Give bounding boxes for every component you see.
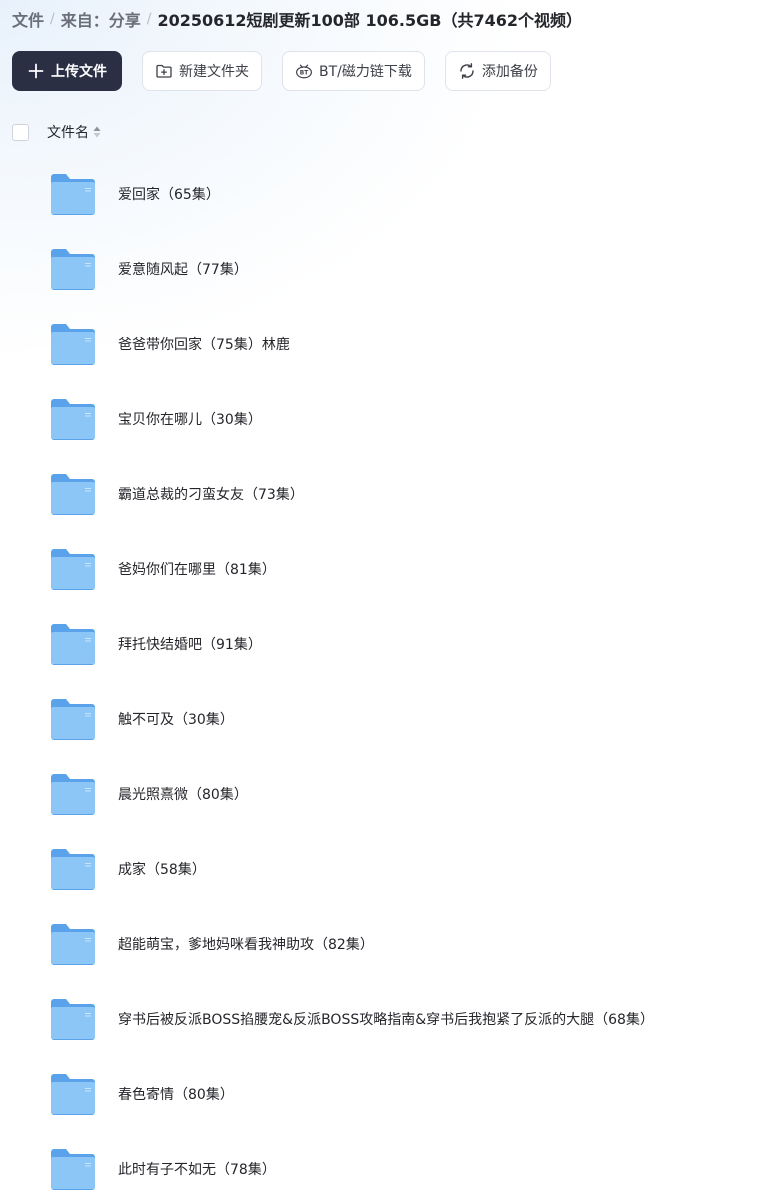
folder-icon	[50, 398, 96, 440]
breadcrumb-root[interactable]: 文件	[12, 7, 44, 31]
file-row[interactable]: 晨光照熹微（80集）	[0, 756, 762, 831]
file-row[interactable]: 超能萌宝，爹地妈咪看我神助攻（82集）	[0, 906, 762, 981]
file-row[interactable]: 拜托快结婚吧（91集）	[0, 606, 762, 681]
file-row[interactable]: 宝贝你在哪儿（30集）	[0, 381, 762, 456]
plus-icon	[27, 62, 45, 80]
file-name[interactable]: 拜托快结婚吧（91集）	[118, 634, 262, 654]
file-row[interactable]: 穿书后被反派BOSS掐腰宠&反派BOSS攻略指南&穿书后我抱紧了反派的大腿（68…	[0, 981, 762, 1056]
file-name[interactable]: 触不可及（30集）	[118, 709, 234, 729]
file-list: 爱回家（65集） 爱意随风起（77集） 爸爸带你回家（75集）林鹿 宝贝你在哪儿（30…	[0, 156, 762, 1203]
file-row[interactable]: 爸爸带你回家（75集）林鹿	[0, 306, 762, 381]
file-row[interactable]: 霸道总裁的刁蛮女友（73集）	[0, 456, 762, 531]
file-name[interactable]: 爸爸带你回家（75集）林鹿	[118, 334, 290, 354]
file-name[interactable]: 爱意随风起（77集）	[118, 259, 248, 279]
file-name[interactable]: 霸道总裁的刁蛮女友（73集）	[118, 484, 304, 504]
breadcrumb-separator: /	[146, 11, 152, 27]
name-column-label: 文件名	[47, 125, 89, 141]
file-row[interactable]: 春色寄情（80集）	[0, 1056, 762, 1131]
file-name[interactable]: 爸妈你们在哪里（81集）	[118, 559, 276, 579]
sync-icon	[458, 62, 476, 80]
folder-icon	[50, 773, 96, 815]
file-name[interactable]: 爱回家（65集）	[118, 184, 220, 204]
folder-icon	[50, 848, 96, 890]
folder-icon	[50, 998, 96, 1040]
bt-download-button-label: BT/磁力链下载	[319, 64, 412, 80]
breadcrumb-current: 20250612短剧更新100部 106.5GB（共7462个视频）	[157, 11, 582, 30]
file-row[interactable]: 爸妈你们在哪里（81集）	[0, 531, 762, 606]
file-name[interactable]: 晨光照熹微（80集）	[118, 784, 248, 804]
file-row[interactable]: 成家（58集）	[0, 831, 762, 906]
sort-icon[interactable]	[93, 126, 101, 138]
select-all-checkbox[interactable]	[12, 123, 29, 141]
file-name[interactable]: 宝贝你在哪儿（30集）	[118, 409, 262, 429]
file-row[interactable]: 此时有子不如无（78集）	[0, 1131, 762, 1203]
new-folder-button[interactable]: 新建文件夹	[142, 51, 262, 91]
toolbar: 上传文件 新建文件夹 BT BT/磁力链下载 添加备份	[12, 51, 551, 91]
file-row[interactable]: 触不可及（30集）	[0, 681, 762, 756]
folder-icon	[50, 248, 96, 290]
bt-icon: BT	[295, 62, 313, 80]
folder-icon	[50, 1148, 96, 1190]
folder-icon	[50, 698, 96, 740]
list-header: 文件名	[12, 121, 101, 143]
folder-plus-icon	[155, 62, 173, 80]
folder-icon	[50, 623, 96, 665]
file-row[interactable]: 爱意随风起（77集）	[0, 231, 762, 306]
new-folder-button-label: 新建文件夹	[179, 64, 249, 80]
folder-icon	[50, 173, 96, 215]
folder-icon	[50, 323, 96, 365]
svg-text:BT: BT	[300, 71, 308, 77]
breadcrumb-separator: /	[50, 11, 55, 27]
breadcrumb: 文件 / 来自：分享 / 20250612短剧更新100部 106.5GB（共7…	[12, 7, 582, 31]
upload-button[interactable]: 上传文件	[12, 51, 122, 91]
upload-button-label: 上传文件	[51, 64, 107, 80]
file-name[interactable]: 春色寄情（80集）	[118, 1084, 234, 1104]
bt-download-button[interactable]: BT BT/磁力链下载	[282, 51, 425, 91]
name-column-header[interactable]: 文件名	[47, 122, 101, 142]
file-name[interactable]: 穿书后被反派BOSS掐腰宠&反派BOSS攻略指南&穿书后我抱紧了反派的大腿（68…	[118, 1009, 654, 1029]
file-name[interactable]: 成家（58集）	[118, 859, 206, 879]
folder-icon	[50, 923, 96, 965]
add-backup-button-label: 添加备份	[481, 64, 538, 80]
breadcrumb-parent[interactable]: 来自：分享	[61, 7, 141, 31]
file-name[interactable]: 超能萌宝，爹地妈咪看我神助攻（82集）	[118, 934, 374, 954]
file-row[interactable]: 爱回家（65集）	[0, 156, 762, 231]
folder-icon	[50, 473, 96, 515]
folder-icon	[50, 548, 96, 590]
file-name[interactable]: 此时有子不如无（78集）	[118, 1159, 276, 1179]
add-backup-button[interactable]: 添加备份	[444, 51, 551, 91]
folder-icon	[50, 1073, 96, 1115]
